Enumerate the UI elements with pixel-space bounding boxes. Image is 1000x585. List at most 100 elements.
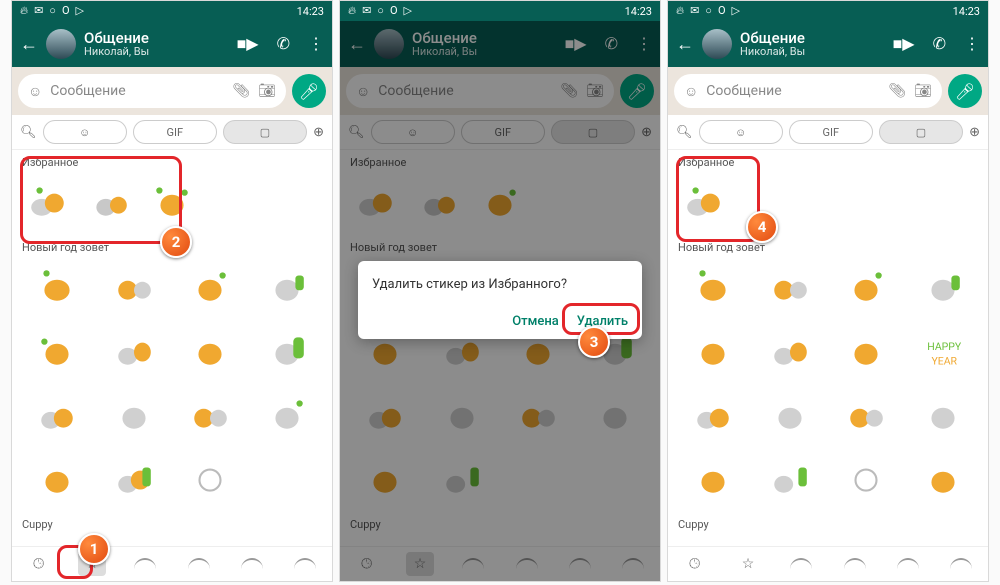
sticker[interactable]	[831, 260, 902, 312]
sticker[interactable]	[175, 324, 246, 376]
status-bar: 🔥︎ ✉ ○ O ▷ 14:23	[668, 1, 988, 21]
emoji-icon[interactable]: ☺	[684, 83, 698, 100]
tab-emoji[interactable]: ☺	[699, 120, 783, 144]
tab-sticker[interactable]: ▢	[879, 120, 963, 144]
chat-subtitle: Николай, Вы	[740, 46, 885, 58]
sticker-bottom-bar: 🕒︎ ☆	[12, 546, 332, 581]
app-bar: ← Общение Николай, Вы ■▶︎ ✆ ⋮	[668, 21, 988, 67]
sticker[interactable]	[22, 260, 93, 312]
attach-icon[interactable]: 📎︎	[888, 83, 906, 99]
sticker[interactable]	[908, 388, 979, 440]
attach-icon[interactable]: 📎︎	[232, 83, 250, 99]
fav-sticker-3[interactable]	[146, 175, 198, 227]
sticker[interactable]	[678, 388, 749, 440]
fav-sticker-1[interactable]	[22, 175, 74, 227]
sticker[interactable]	[831, 324, 902, 376]
sticker[interactable]	[908, 452, 979, 504]
chat-title[interactable]: Общение	[740, 30, 885, 47]
whatsapp-icon: ○	[49, 4, 56, 18]
chat-title[interactable]: Общение	[84, 30, 229, 47]
sticker[interactable]	[678, 260, 749, 312]
favorites-tab-icon[interactable]: ☆	[734, 552, 762, 576]
play-icon: ▷	[732, 4, 740, 18]
dialog-cancel-button[interactable]: Отмена	[512, 314, 559, 329]
sticker[interactable]	[831, 388, 902, 440]
callout-3: 3	[578, 326, 610, 358]
sticker[interactable]	[99, 452, 170, 504]
tab-gif[interactable]: GIF	[789, 120, 873, 144]
pack-thumb[interactable]	[238, 552, 266, 576]
search-icon[interactable]: 🔍︎	[20, 125, 37, 140]
tab-emoji[interactable]: ☺	[43, 120, 127, 144]
tab-gif[interactable]: GIF	[133, 120, 217, 144]
message-input[interactable]: ☺ Сообщение 📎︎ 📷︎	[674, 74, 942, 108]
sticker[interactable]	[99, 388, 170, 440]
sticker[interactable]	[755, 388, 826, 440]
pack-thumb[interactable]	[185, 552, 213, 576]
pack-thumb[interactable]	[947, 552, 975, 576]
sticker[interactable]: HAPPYYEAR	[908, 324, 979, 376]
sticker[interactable]	[175, 388, 246, 440]
sticker[interactable]	[908, 260, 979, 312]
sticker[interactable]	[831, 452, 902, 504]
dialog-confirm-button[interactable]: Удалить	[577, 314, 628, 329]
sticker-bottom-bar: 🕒︎ ☆	[668, 546, 988, 581]
pack-thumb[interactable]	[787, 552, 815, 576]
mail-icon: ✉	[690, 4, 699, 18]
status-time: 14:23	[625, 5, 652, 18]
sticker[interactable]	[99, 324, 170, 376]
pack-thumb[interactable]	[131, 552, 159, 576]
mic-button[interactable]: 🎤︎	[292, 74, 326, 108]
mic-button[interactable]: 🎤︎	[948, 74, 982, 108]
add-icon[interactable]: ⊕	[313, 125, 324, 140]
sticker[interactable]	[678, 324, 749, 376]
back-icon[interactable]: ←	[20, 34, 38, 55]
recent-tab-icon[interactable]: 🕒︎	[25, 552, 53, 576]
avatar[interactable]	[46, 29, 76, 59]
sticker[interactable]	[252, 260, 323, 312]
video-call-icon[interactable]: ■▶︎	[893, 34, 915, 54]
sticker[interactable]	[755, 324, 826, 376]
sticker[interactable]	[99, 260, 170, 312]
section-pack2: Cuppy	[12, 512, 332, 533]
pack-thumb[interactable]	[291, 552, 319, 576]
sticker[interactable]	[252, 452, 323, 504]
status-time: 14:23	[953, 5, 980, 18]
voice-call-icon[interactable]: ✆	[933, 34, 946, 54]
pack-thumb[interactable]	[894, 552, 922, 576]
avatar[interactable]	[702, 29, 732, 59]
emoji-icon[interactable]: ☺	[28, 83, 42, 100]
recent-tab-icon[interactable]: 🕒︎	[681, 552, 709, 576]
message-bar: ☺ Сообщение 📎︎ 📷︎ 🎤︎	[668, 67, 988, 115]
tab-sticker[interactable]: ▢	[223, 120, 307, 144]
camera-icon[interactable]: 📷︎	[258, 83, 276, 99]
camera-icon[interactable]: 📷︎	[914, 83, 932, 99]
voice-call-icon[interactable]: ✆	[277, 34, 290, 54]
fav-sticker-2[interactable]	[84, 175, 136, 227]
menu-icon[interactable]: ⋮	[964, 34, 980, 54]
sticker[interactable]	[755, 452, 826, 504]
sticker[interactable]	[678, 452, 749, 504]
sticker[interactable]	[252, 324, 323, 376]
fav-sticker-1[interactable]	[678, 175, 730, 227]
opera-icon: O	[390, 4, 398, 18]
sticker[interactable]	[755, 260, 826, 312]
sticker[interactable]	[175, 452, 246, 504]
section-pack1: Новый год зовет	[668, 235, 988, 256]
pack-thumb[interactable]	[841, 552, 869, 576]
sticker[interactable]	[22, 452, 93, 504]
add-icon[interactable]: ⊕	[969, 125, 980, 140]
back-icon[interactable]: ←	[676, 34, 694, 55]
sticker[interactable]	[252, 388, 323, 440]
status-bar: 🔥︎ ✉ ○ O ▷ 14:23	[340, 1, 660, 21]
phone-screen-3: 🔥︎ ✉ ○ O ▷ 14:23 ← Общение Николай, Вы ■…	[667, 0, 989, 582]
menu-icon[interactable]: ⋮	[308, 34, 324, 54]
search-icon[interactable]: 🔍︎	[676, 125, 693, 140]
sticker[interactable]	[22, 324, 93, 376]
fire-icon: 🔥︎	[676, 4, 684, 18]
sticker[interactable]	[22, 388, 93, 440]
message-input[interactable]: ☺ Сообщение 📎︎ 📷︎	[18, 74, 286, 108]
section-pack2: Cuppy	[668, 512, 988, 533]
sticker[interactable]	[175, 260, 246, 312]
video-call-icon[interactable]: ■▶︎	[237, 34, 259, 54]
